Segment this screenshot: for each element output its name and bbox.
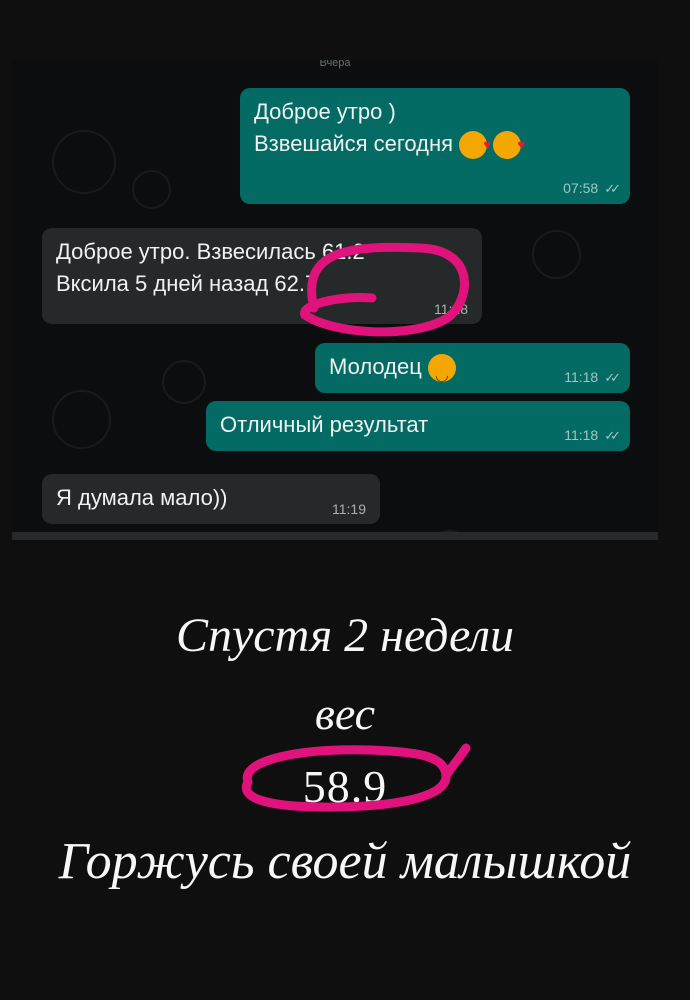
message-status: 11:18 ✓✓ bbox=[564, 369, 621, 385]
caption-line-1: Спустя 2 недели bbox=[175, 609, 514, 662]
caption-line-4: Горжусь своей малышкой bbox=[58, 833, 632, 890]
double-check-icon: ✓✓ bbox=[604, 428, 621, 443]
message-text: Я думала мало)) bbox=[56, 485, 228, 510]
message-text-line: Взвешайся сегодня bbox=[254, 128, 616, 161]
message-time: 11:18 bbox=[434, 301, 468, 317]
double-check-icon: ✓✓ bbox=[604, 370, 621, 385]
weight-value: 58.9 bbox=[302, 761, 388, 812]
message-bubble[interactable]: Молодец 11:18 ✓✓ bbox=[315, 343, 630, 393]
wallpaper-doodle bbox=[132, 170, 171, 209]
message-text: Молодец bbox=[329, 354, 422, 379]
double-check-icon: ✓✓ bbox=[604, 181, 621, 196]
message-text: Вксила 5 дней назад 62.7 bbox=[56, 271, 318, 296]
smile-emoji-icon bbox=[427, 354, 456, 392]
message-time: 07:58 bbox=[563, 180, 599, 196]
kiss-emoji-icon bbox=[459, 129, 491, 161]
wallpaper-doodle bbox=[52, 390, 111, 449]
message-text: Взвешайся сегодня bbox=[254, 131, 454, 156]
message-bubble[interactable]: Доброе утро ) Взвешайся сегодня 07:58 ✓✓ bbox=[240, 88, 630, 204]
message-bubble[interactable]: Доброе утро. Взвесилась 61.2 Вксила 5 дн… bbox=[42, 228, 482, 324]
wallpaper-doodle bbox=[532, 230, 581, 279]
wallpaper-doodle bbox=[52, 130, 116, 194]
caption-line-2: вес bbox=[314, 688, 376, 739]
date-label: Вчера bbox=[319, 60, 351, 69]
message-text: Отличный результат bbox=[220, 412, 429, 437]
chat-screenshot: Вчера Доброе утро ) Взвешайся сегодня 07… bbox=[12, 60, 658, 540]
message-status: 11:18 ✓✓ bbox=[564, 427, 621, 443]
kiss-emoji-icon bbox=[493, 129, 525, 161]
message-bubble[interactable]: Я думала мало)) 11:19 bbox=[42, 474, 380, 524]
message-time: 11:18 bbox=[564, 369, 599, 385]
message-bubble[interactable]: Отличный результат 11:18 ✓✓ bbox=[206, 401, 630, 451]
message-text: Доброе утро. Взвесилась 61.2 bbox=[56, 239, 365, 264]
message-time: 11:19 bbox=[332, 501, 366, 517]
message-status: 07:58 ✓✓ bbox=[563, 180, 621, 196]
message-time: 11:18 bbox=[564, 427, 599, 443]
wallpaper-doodle bbox=[162, 360, 206, 404]
message-text: Доброе утро ) bbox=[254, 99, 396, 124]
chat-footer-divider bbox=[12, 532, 658, 540]
